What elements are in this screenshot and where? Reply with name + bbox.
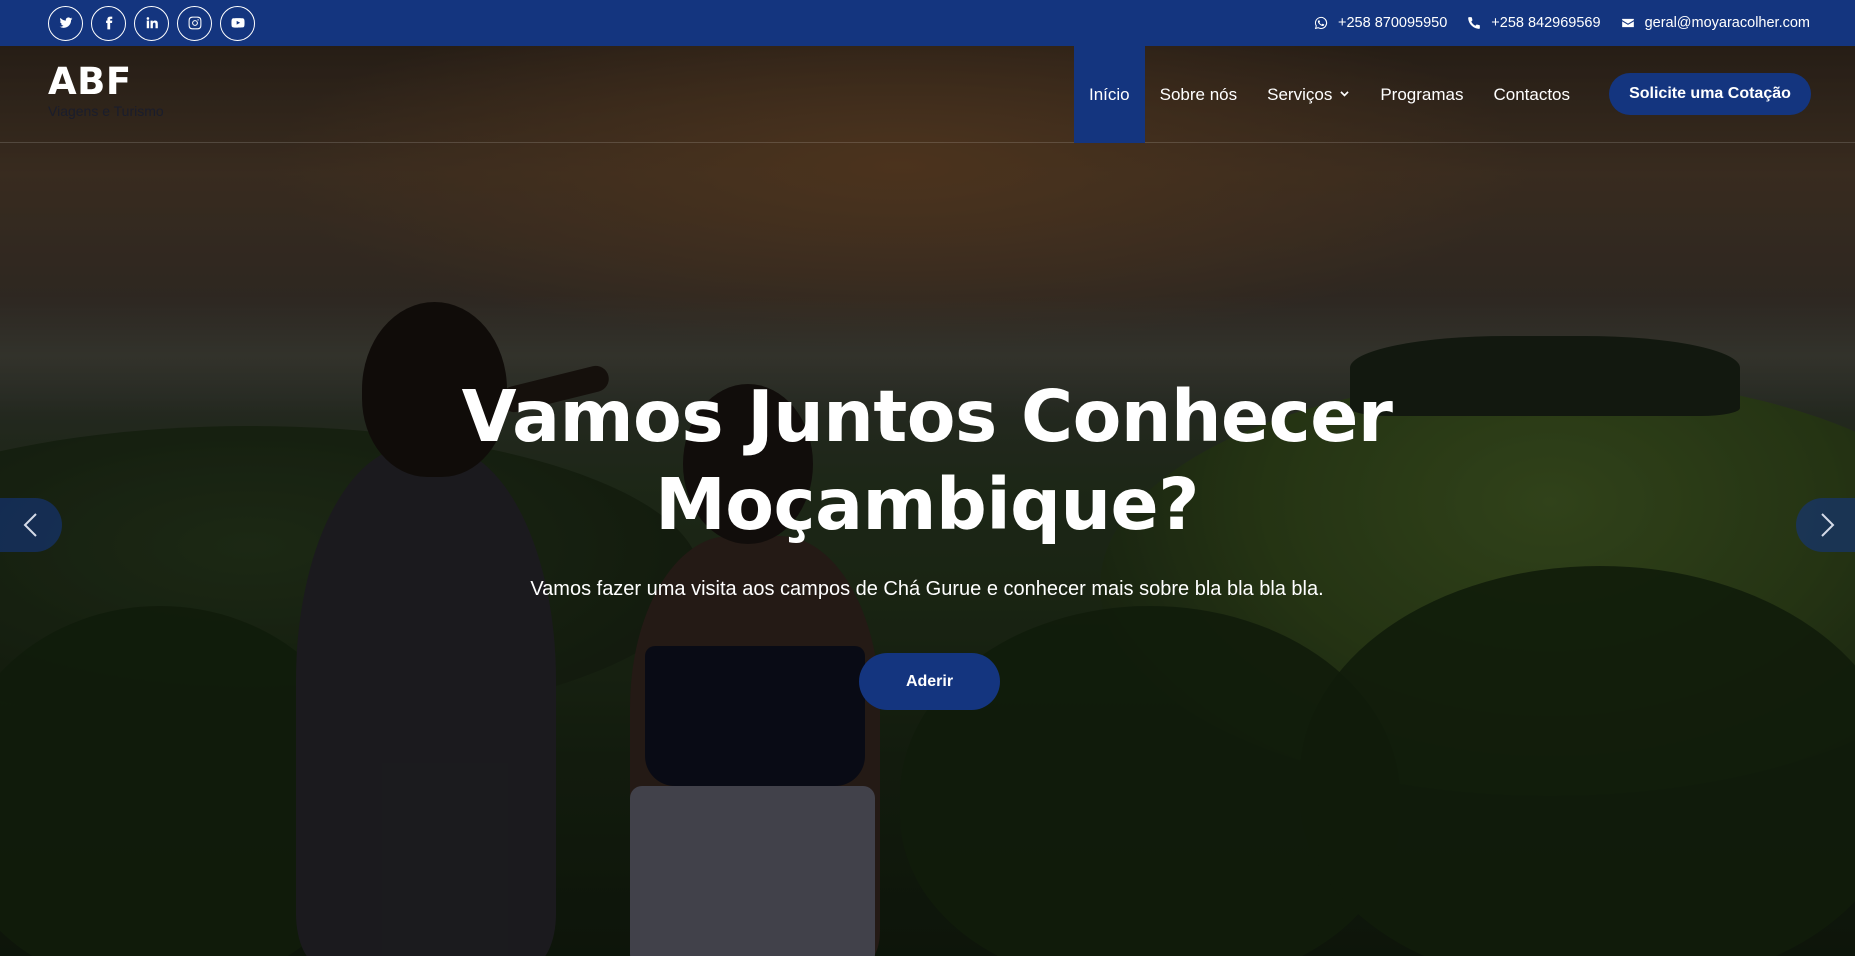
whatsapp-icon xyxy=(1314,16,1328,30)
chevron-down-icon xyxy=(1340,91,1349,97)
instagram-link[interactable] xyxy=(177,5,212,41)
facebook-icon xyxy=(105,16,112,30)
hero-headline: Vamos Juntos Conhecer Moçambique? xyxy=(427,373,1427,549)
email-address: geral@moyaracolher.com xyxy=(1644,15,1810,31)
instagram-icon xyxy=(188,16,201,30)
contact-info: +258 870095950 +258 842969569 geral@moya… xyxy=(1314,15,1810,31)
twitter-icon xyxy=(59,17,72,28)
slider-prev-button[interactable] xyxy=(0,498,62,552)
phone-number: +258 842969569 xyxy=(1491,15,1601,31)
phone-icon xyxy=(1468,17,1481,29)
logo[interactable]: ABF Viagens e Turismo xyxy=(48,60,164,119)
hero-headline-line1: Vamos Juntos Conhecer xyxy=(461,375,1393,458)
slider-next-button[interactable] xyxy=(1796,498,1855,552)
quote-button[interactable]: Solicite uma Cotação xyxy=(1609,73,1811,115)
whatsapp-contact[interactable]: +258 870095950 xyxy=(1314,15,1447,31)
whatsapp-number: +258 870095950 xyxy=(1338,15,1448,31)
email-contact[interactable]: geral@moyaracolher.com xyxy=(1621,15,1810,31)
logo-title: ABF xyxy=(48,60,132,103)
youtube-icon xyxy=(230,18,245,28)
nav-programas[interactable]: Programas xyxy=(1365,46,1478,143)
twitter-link[interactable] xyxy=(48,5,83,41)
nav-contactos[interactable]: Contactos xyxy=(1478,46,1585,143)
site-header: ABF Viagens e Turismo Início Sobre nós S… xyxy=(0,46,1855,143)
join-button[interactable]: Aderir xyxy=(859,653,1000,710)
main-nav: Início Sobre nós Serviços Programas Cont… xyxy=(1074,46,1585,143)
nav-servicos-label: Serviços xyxy=(1267,84,1333,104)
hero-headline-line2: Moçambique? xyxy=(655,463,1199,546)
nav-sobre-nos[interactable]: Sobre nós xyxy=(1145,46,1253,143)
facebook-link[interactable] xyxy=(91,5,126,41)
top-bar: +258 870095950 +258 842969569 geral@moya… xyxy=(0,0,1855,46)
linkedin-link[interactable] xyxy=(134,5,169,41)
logo-subtitle: Viagens e Turismo xyxy=(48,103,164,119)
linkedin-icon xyxy=(146,17,158,29)
chevron-left-icon xyxy=(23,513,37,537)
phone-contact[interactable]: +258 842969569 xyxy=(1467,15,1601,31)
chevron-right-icon xyxy=(1821,513,1835,537)
hero-subtitle: Vamos fazer uma visita aos campos de Chá… xyxy=(530,578,1324,600)
hero-content: Vamos Juntos Conhecer Moçambique? Vamos … xyxy=(0,0,1855,956)
nav-servicos[interactable]: Serviços xyxy=(1252,46,1365,143)
nav-inicio[interactable]: Início xyxy=(1074,46,1145,143)
social-links xyxy=(48,5,255,41)
youtube-link[interactable] xyxy=(220,5,255,41)
envelope-icon xyxy=(1621,18,1634,28)
